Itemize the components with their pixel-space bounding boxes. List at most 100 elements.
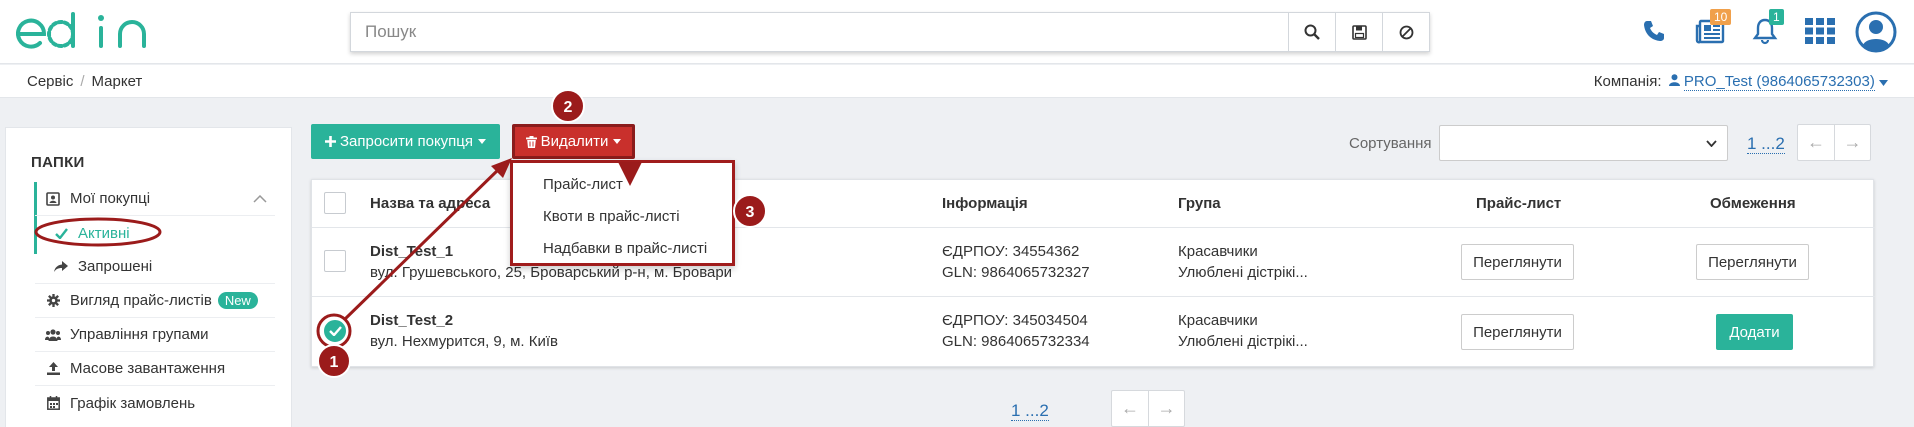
menu-item-quotas[interactable]: Квоти в прайс-листі — [543, 208, 680, 225]
pagination-top[interactable]: 1 ...2 — [1747, 134, 1785, 154]
sidebar-item-label: Управління групами — [70, 326, 209, 343]
buyer-address: вул. Грушевського, 25, Броварський р-н, … — [370, 264, 733, 281]
sidebar-item-label: Масове завантаження — [70, 360, 226, 377]
caret-down-icon — [613, 139, 622, 144]
table-row-group: Красавчики Улюблені дістрікі... — [1178, 310, 1308, 352]
search-input[interactable] — [351, 13, 1288, 51]
company-value[interactable]: PRO_Test (9864065732303) — [1683, 73, 1875, 91]
edrpou-value: ЄДРПОУ: 34554362 — [942, 243, 1080, 260]
delete-label: Видалити — [540, 133, 609, 150]
sidebar-item-active[interactable]: Активні — [35, 216, 275, 250]
prev-page-button[interactable]: ← — [1798, 125, 1834, 160]
buyer-name[interactable]: Dist_Test_1 — [370, 243, 453, 260]
pagination-top-text[interactable]: 1 ...2 — [1747, 134, 1785, 154]
sidebar-item-bulk-upload[interactable]: Масове завантаження — [35, 352, 275, 386]
delete-button[interactable]: Видалити — [512, 124, 635, 159]
apps-button[interactable] — [1803, 14, 1837, 48]
gln-value: GLN: 9864065732327 — [942, 264, 1090, 281]
delete-dropdown-menu: Прайс-лист Квоти в прайс-листі Надбавки … — [510, 160, 735, 266]
col-header-info[interactable]: Інформація — [942, 195, 1028, 212]
calendar-icon — [46, 396, 60, 410]
sidebar-item-label: Запрошені — [78, 258, 153, 275]
phone-button[interactable] — [1639, 14, 1669, 48]
company-selector: Компанія: PRO_Test (9864065732303) — [1593, 73, 1888, 91]
gear-icon — [46, 294, 60, 307]
search-button[interactable] — [1288, 13, 1335, 51]
invite-buyer-label: Запросити покупця — [339, 133, 474, 150]
menu-item-markups[interactable]: Надбавки в прайс-листі — [543, 240, 707, 257]
notifications-button[interactable]: 1 — [1750, 9, 1784, 48]
caret-down-icon — [478, 139, 487, 144]
sidebar-title: ПАПКИ — [31, 154, 85, 171]
table-row-info: ЄДРПОУ: 34554362 GLN: 9864065732327 — [942, 241, 1090, 283]
next-page-button[interactable]: → — [1834, 125, 1870, 160]
col-header-group[interactable]: Група — [1178, 195, 1221, 212]
breadcrumb-bar: Сервіс / Маркет Компанія: PRO_Test (986406… — [0, 65, 1914, 98]
table-row-info: ЄДРПОУ: 345034504 GLN: 9864065732334 — [942, 310, 1090, 352]
edin-logo[interactable] — [16, 10, 162, 54]
phone-icon — [1644, 21, 1664, 41]
sidebar-item-label: Графік замовлень — [70, 394, 196, 412]
clear-search-button[interactable] — [1382, 13, 1429, 51]
annotation-arrow-head — [491, 158, 512, 178]
table-row-name: Dist_Test_2 вул. Нехмурится, 9, м. Київ — [370, 310, 558, 352]
breadcrumb-market[interactable]: Маркет — [92, 73, 143, 90]
user-icon — [1668, 74, 1680, 86]
pagination-bottom[interactable]: 1 ...2 — [1011, 401, 1049, 421]
view-pricelist-button[interactable]: Переглянути — [1461, 314, 1574, 350]
prev-page-button[interactable]: ← — [1112, 391, 1148, 426]
catalog-count-badge: 10 — [1710, 9, 1732, 25]
sidebar-item-my-buyers[interactable]: Мої покупці — [35, 182, 275, 216]
col-header-name[interactable]: Назва та адреса — [370, 195, 490, 212]
arrow-right-icon: → — [1843, 132, 1862, 152]
buyer-address: вул. Нехмурится, 9, м. Київ — [370, 333, 559, 350]
col-header-pricelist[interactable]: Прайс-лист — [1476, 195, 1561, 212]
sidebar-item-invited[interactable]: Запрошені — [35, 250, 275, 284]
chevron-up-icon[interactable] — [253, 194, 267, 203]
row-checkbox[interactable] — [324, 250, 346, 272]
check-icon — [329, 326, 342, 336]
user-circle-icon — [1855, 11, 1897, 53]
catalog-button[interactable]: 10 — [1693, 9, 1732, 48]
select-all-checkbox[interactable] — [324, 192, 346, 214]
edrpou-value: ЄДРПОУ: 345034504 — [942, 312, 1088, 329]
breadcrumb-service[interactable]: Сервіс — [27, 73, 73, 90]
pagination-bottom-arrows: ← → — [1111, 390, 1185, 427]
trash-icon — [525, 135, 537, 148]
sidebar-item-label: Активні — [78, 224, 130, 242]
sort-label: Сортування — [1349, 135, 1432, 152]
sidebar-item-groups[interactable]: Управління групами — [35, 318, 275, 352]
group-name: Улюблені дістрікі... — [1178, 333, 1308, 350]
company-label: Компанія: — [1593, 73, 1662, 90]
arrow-left-icon: ← — [1121, 398, 1139, 418]
caret-down-icon[interactable] — [1879, 80, 1888, 86]
svg-text:2: 2 — [564, 99, 573, 116]
arrow-left-icon: ← — [1807, 132, 1825, 152]
invite-buyer-button[interactable]: Запросити покупця — [311, 124, 500, 159]
new-badge: New — [217, 292, 258, 309]
pagination-bottom-text[interactable]: 1 ...2 — [1011, 401, 1049, 421]
menu-item-pricelist[interactable]: Прайс-лист — [543, 176, 623, 193]
table-row-group: Красавчики Улюблені дістрікі... — [1178, 241, 1308, 283]
col-header-limits[interactable]: Обмеження — [1710, 195, 1796, 212]
search-icon — [1304, 24, 1320, 40]
avatar[interactable] — [1854, 10, 1898, 54]
address-card-icon — [46, 191, 60, 206]
buyer-name[interactable]: Dist_Test_2 — [370, 312, 453, 329]
sidebar: ПАПКИ Мої покупці Активні Запрошені Вигл… — [5, 127, 292, 427]
view-limits-button[interactable]: Переглянути — [1696, 244, 1809, 280]
view-pricelist-button[interactable]: Переглянути — [1461, 244, 1574, 280]
sidebar-item-order-schedule[interactable]: Графік замовлень — [35, 386, 275, 420]
floppy-disk-icon — [1351, 24, 1367, 40]
bell-count-badge: 1 — [1769, 9, 1784, 25]
save-search-button[interactable] — [1335, 13, 1382, 51]
grid-icon — [1805, 18, 1835, 44]
pagination-top-arrows: ← → — [1797, 124, 1871, 161]
sort-select[interactable] — [1439, 125, 1728, 161]
arrow-right-icon: → — [1157, 398, 1176, 418]
row-checkbox-checked[interactable] — [324, 320, 346, 342]
add-limits-button[interactable]: Додати — [1716, 314, 1793, 350]
sidebar-item-price-view[interactable]: Вигляд прайс-листів New — [35, 284, 275, 318]
next-page-button[interactable]: → — [1148, 391, 1184, 426]
group-name: Улюблені дістрікі... — [1178, 264, 1308, 281]
